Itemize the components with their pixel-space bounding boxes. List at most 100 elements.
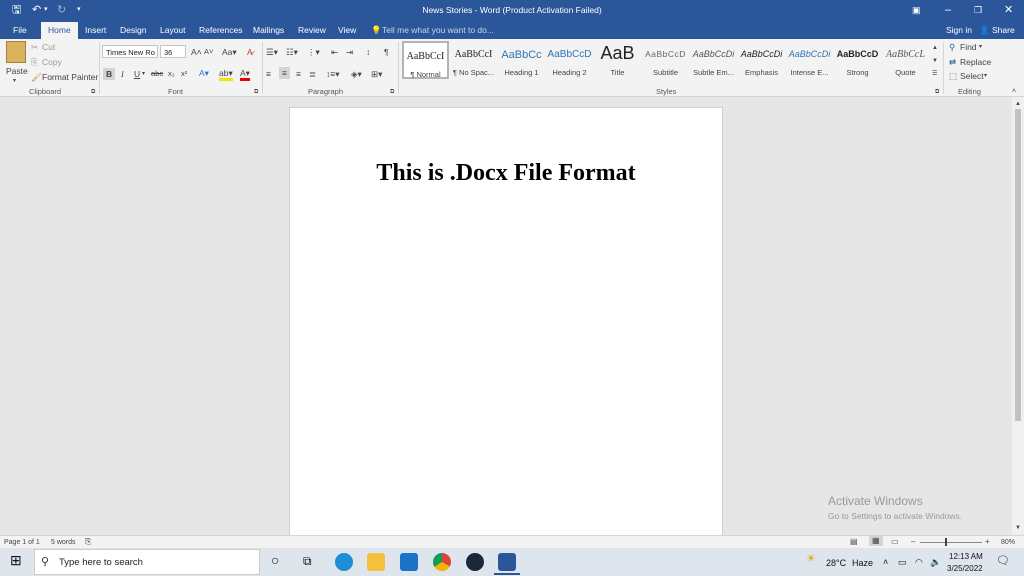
text-effects-icon[interactable]: A▾ bbox=[199, 68, 209, 78]
show-hidden-icons-icon[interactable]: ˄ bbox=[883, 557, 888, 567]
shrink-font-icon[interactable]: A˅ bbox=[204, 47, 213, 57]
bold-icon[interactable]: B bbox=[103, 68, 116, 80]
line-spacing-icon[interactable]: ↕≡▾ bbox=[326, 69, 339, 79]
style-title[interactable]: AaB Title bbox=[594, 41, 641, 79]
underline-icon[interactable]: U bbox=[134, 69, 140, 79]
chrome-icon[interactable] bbox=[433, 553, 451, 571]
highlight-icon[interactable]: ab▾ bbox=[219, 68, 233, 81]
tab-file[interactable]: File bbox=[13, 25, 27, 35]
show-formatting-icon[interactable]: ¶ bbox=[384, 47, 389, 57]
zoom-in-icon[interactable]: + bbox=[985, 537, 990, 547]
web-layout-icon[interactable]: ▭ bbox=[891, 537, 899, 547]
tab-review[interactable]: Review bbox=[298, 25, 326, 35]
vertical-scrollbar[interactable]: ▲ ▼ bbox=[1012, 97, 1024, 535]
align-center-icon[interactable]: ≡ bbox=[279, 67, 290, 79]
weather-icon[interactable]: ☀ bbox=[806, 554, 816, 565]
grow-font-icon[interactable]: A˄ bbox=[191, 47, 202, 57]
superscript-icon[interactable]: x² bbox=[181, 69, 187, 79]
format-painter-button[interactable]: Format Painter bbox=[42, 72, 98, 82]
style-no-spacing[interactable]: AaBbCcI ¶ No Spac... bbox=[450, 41, 497, 79]
paragraph-launcher-icon[interactable]: ⧉ bbox=[390, 87, 394, 97]
underline-dropdown-icon[interactable]: ▾ bbox=[142, 69, 145, 79]
tab-home[interactable]: Home bbox=[41, 22, 78, 39]
wifi-icon[interactable]: ◠ bbox=[915, 557, 923, 567]
paste-icon[interactable] bbox=[6, 41, 26, 63]
cortana-icon[interactable]: ○ bbox=[271, 553, 279, 567]
paste-button[interactable]: Paste bbox=[6, 66, 28, 76]
zoom-level[interactable]: 80% bbox=[1001, 538, 1015, 548]
clock-date[interactable]: 3/25/2022 bbox=[947, 564, 983, 574]
tab-layout[interactable]: Layout bbox=[160, 25, 186, 35]
styles-more-icon[interactable]: ☰ bbox=[932, 69, 937, 79]
shading-icon[interactable]: ◈▾ bbox=[351, 69, 362, 79]
select-dropdown-icon[interactable]: ▾ bbox=[984, 71, 987, 81]
read-mode-icon[interactable]: ▤ bbox=[850, 537, 858, 547]
copy-icon[interactable]: ⎘ bbox=[31, 57, 38, 67]
increase-indent-icon[interactable]: ⇥ bbox=[346, 47, 353, 57]
battery-icon[interactable]: ▭ bbox=[898, 557, 907, 567]
collapse-ribbon-icon[interactable]: ˄ bbox=[1012, 87, 1016, 97]
style-heading-1[interactable]: AaBbCc Heading 1 bbox=[498, 41, 545, 79]
mail-icon[interactable] bbox=[400, 553, 418, 571]
weather-temp[interactable]: 28°C bbox=[826, 558, 846, 568]
restore-icon[interactable]: ❐ bbox=[974, 3, 982, 17]
font-size-box[interactable]: 36 bbox=[160, 45, 186, 58]
sort-icon[interactable]: ↕ bbox=[366, 47, 370, 57]
steam-icon[interactable] bbox=[466, 553, 484, 571]
weather-desc[interactable]: Haze bbox=[852, 558, 873, 568]
print-layout-icon[interactable]: ▦ bbox=[869, 536, 883, 546]
copy-button[interactable]: Copy bbox=[42, 57, 62, 67]
zoom-slider[interactable] bbox=[920, 542, 982, 543]
page-count[interactable]: Page 1 of 1 bbox=[4, 538, 40, 548]
sign-in-link[interactable]: Sign in bbox=[946, 25, 972, 35]
find-dropdown-icon[interactable]: ▾ bbox=[979, 42, 982, 52]
align-right-icon[interactable]: ≡ bbox=[296, 69, 301, 79]
edge-icon[interactable] bbox=[335, 553, 353, 571]
scroll-down-icon[interactable]: ▼ bbox=[1015, 523, 1021, 533]
tab-view[interactable]: View bbox=[338, 25, 356, 35]
taskbar-search[interactable]: ⚲ Type here to search bbox=[34, 549, 260, 575]
task-view-icon[interactable]: ⧉ bbox=[303, 555, 312, 567]
justify-icon[interactable]: ≣ bbox=[309, 69, 316, 79]
proofing-icon[interactable]: ⎘ bbox=[85, 537, 91, 547]
cut-button[interactable]: Cut bbox=[42, 42, 55, 52]
minimize-icon[interactable]: – bbox=[945, 3, 951, 17]
style-strong[interactable]: AaBbCcD Strong bbox=[834, 41, 881, 79]
select-button[interactable]: Select bbox=[960, 71, 984, 81]
tab-references[interactable]: References bbox=[199, 25, 242, 35]
share-button[interactable]: Share bbox=[992, 25, 1015, 35]
scroll-up-icon[interactable]: ▲ bbox=[1015, 99, 1021, 109]
select-icon[interactable]: ⬚ bbox=[949, 71, 957, 81]
style-quote[interactable]: AaBbCcL Quote bbox=[882, 41, 929, 79]
style-emphasis[interactable]: AaBbCcDi Emphasis bbox=[738, 41, 785, 79]
align-left-icon[interactable]: ≡ bbox=[266, 69, 271, 79]
decrease-indent-icon[interactable]: ⇤ bbox=[331, 47, 338, 57]
word-count[interactable]: 5 words bbox=[51, 538, 76, 548]
replace-icon[interactable]: ⇄ bbox=[949, 57, 956, 67]
style-subtle-emphasis[interactable]: AaBbCcDi Subtle Em... bbox=[690, 41, 737, 79]
italic-icon[interactable]: I bbox=[121, 69, 124, 79]
font-name-box[interactable]: Times New Ro bbox=[102, 45, 158, 58]
ribbon-display-options-icon[interactable]: ▣ bbox=[912, 3, 921, 17]
file-explorer-icon[interactable] bbox=[367, 553, 385, 571]
styles-scroll-down-icon[interactable]: ▼ bbox=[932, 56, 938, 66]
style-heading-2[interactable]: AaBbCcD Heading 2 bbox=[546, 41, 593, 79]
tab-mailings[interactable]: Mailings bbox=[253, 25, 284, 35]
tab-design[interactable]: Design bbox=[120, 25, 146, 35]
close-icon[interactable]: ✕ bbox=[1004, 3, 1013, 17]
word-icon[interactable] bbox=[498, 553, 516, 571]
multilevel-list-icon[interactable]: ⋮▾ bbox=[307, 47, 320, 57]
zoom-out-icon[interactable]: – bbox=[911, 537, 915, 547]
scrollbar-thumb[interactable] bbox=[1015, 109, 1021, 421]
styles-scroll-up-icon[interactable]: ▲ bbox=[932, 43, 938, 53]
format-painter-icon[interactable]: 🖌 bbox=[31, 72, 42, 82]
document-page[interactable]: This is .Docx File Format bbox=[289, 107, 723, 537]
clear-formatting-icon[interactable]: A̷ bbox=[247, 47, 253, 57]
clipboard-launcher-icon[interactable]: ⧉ bbox=[91, 87, 95, 97]
tab-insert[interactable]: Insert bbox=[85, 25, 106, 35]
numbering-icon[interactable]: ☷▾ bbox=[286, 47, 298, 57]
zoom-slider-thumb[interactable] bbox=[945, 538, 947, 546]
paste-dropdown-icon[interactable]: ▾ bbox=[13, 76, 16, 86]
clock-time[interactable]: 12:13 AM bbox=[949, 552, 983, 562]
style-subtitle[interactable]: AaBbCcD Subtitle bbox=[642, 41, 689, 79]
